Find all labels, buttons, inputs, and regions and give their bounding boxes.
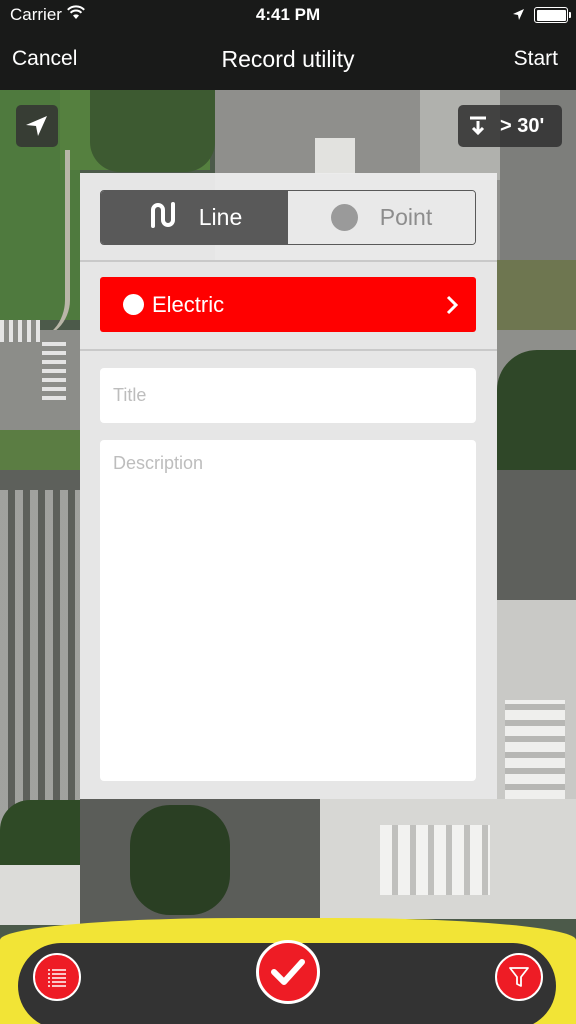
type-option-label: Point <box>379 204 433 230</box>
depth-badge[interactable]: > 30' <box>458 105 562 147</box>
record-form-card: Line Point Electric <box>80 173 497 799</box>
locate-button[interactable] <box>16 105 58 147</box>
start-button[interactable]: Start <box>514 47 558 71</box>
title-input[interactable] <box>100 368 476 423</box>
map-trees <box>130 805 230 915</box>
depth-value: > 30' <box>500 115 545 137</box>
top-bar: Carrier 4:41 PM Cancel Record utility St… <box>0 0 576 90</box>
divider <box>80 349 497 351</box>
filter-button[interactable] <box>495 953 543 1001</box>
list-icon <box>48 969 66 987</box>
map-roof-unit <box>315 138 355 174</box>
type-selector: Line Point <box>100 190 476 245</box>
map-trees <box>90 90 215 172</box>
category-label: Electric <box>152 292 225 317</box>
map-parked-cars <box>0 490 80 830</box>
location-arrow-icon <box>512 6 525 26</box>
map-roof-unit <box>380 825 490 895</box>
type-option-label: Line <box>198 204 243 230</box>
battery-icon <box>534 7 571 23</box>
type-option-line[interactable]: Line <box>101 191 288 244</box>
status-bar: Carrier 4:41 PM <box>0 0 576 30</box>
line-icon <box>147 200 177 236</box>
map-road <box>0 330 80 440</box>
list-button[interactable] <box>33 953 81 1001</box>
page-title: Record utility <box>221 46 355 72</box>
depth-arrow-icon <box>470 116 486 136</box>
category-selector[interactable]: Electric <box>100 277 476 332</box>
map-roof-unit <box>505 700 565 800</box>
category-color-dot <box>123 294 144 315</box>
description-input[interactable] <box>100 440 476 781</box>
map-path <box>0 150 70 340</box>
bottom-toolbar <box>0 918 576 1024</box>
map-crosswalk <box>42 340 66 400</box>
nav-bar: Cancel Record utility Start <box>0 30 576 90</box>
status-time: 4:41 PM <box>255 5 321 24</box>
type-option-point[interactable]: Point <box>288 191 475 244</box>
map-crosswalk <box>0 320 40 342</box>
checkmark-icon <box>271 959 305 985</box>
map-grass <box>0 430 80 470</box>
divider <box>80 260 497 262</box>
map-building-roof <box>0 865 80 925</box>
chevron-right-icon <box>446 295 459 320</box>
filter-icon <box>509 967 529 987</box>
map-parking-lot <box>497 470 576 600</box>
point-icon <box>330 204 358 231</box>
map-grass <box>497 260 576 330</box>
navigation-arrow-icon <box>26 116 47 136</box>
confirm-button[interactable] <box>256 940 320 1004</box>
